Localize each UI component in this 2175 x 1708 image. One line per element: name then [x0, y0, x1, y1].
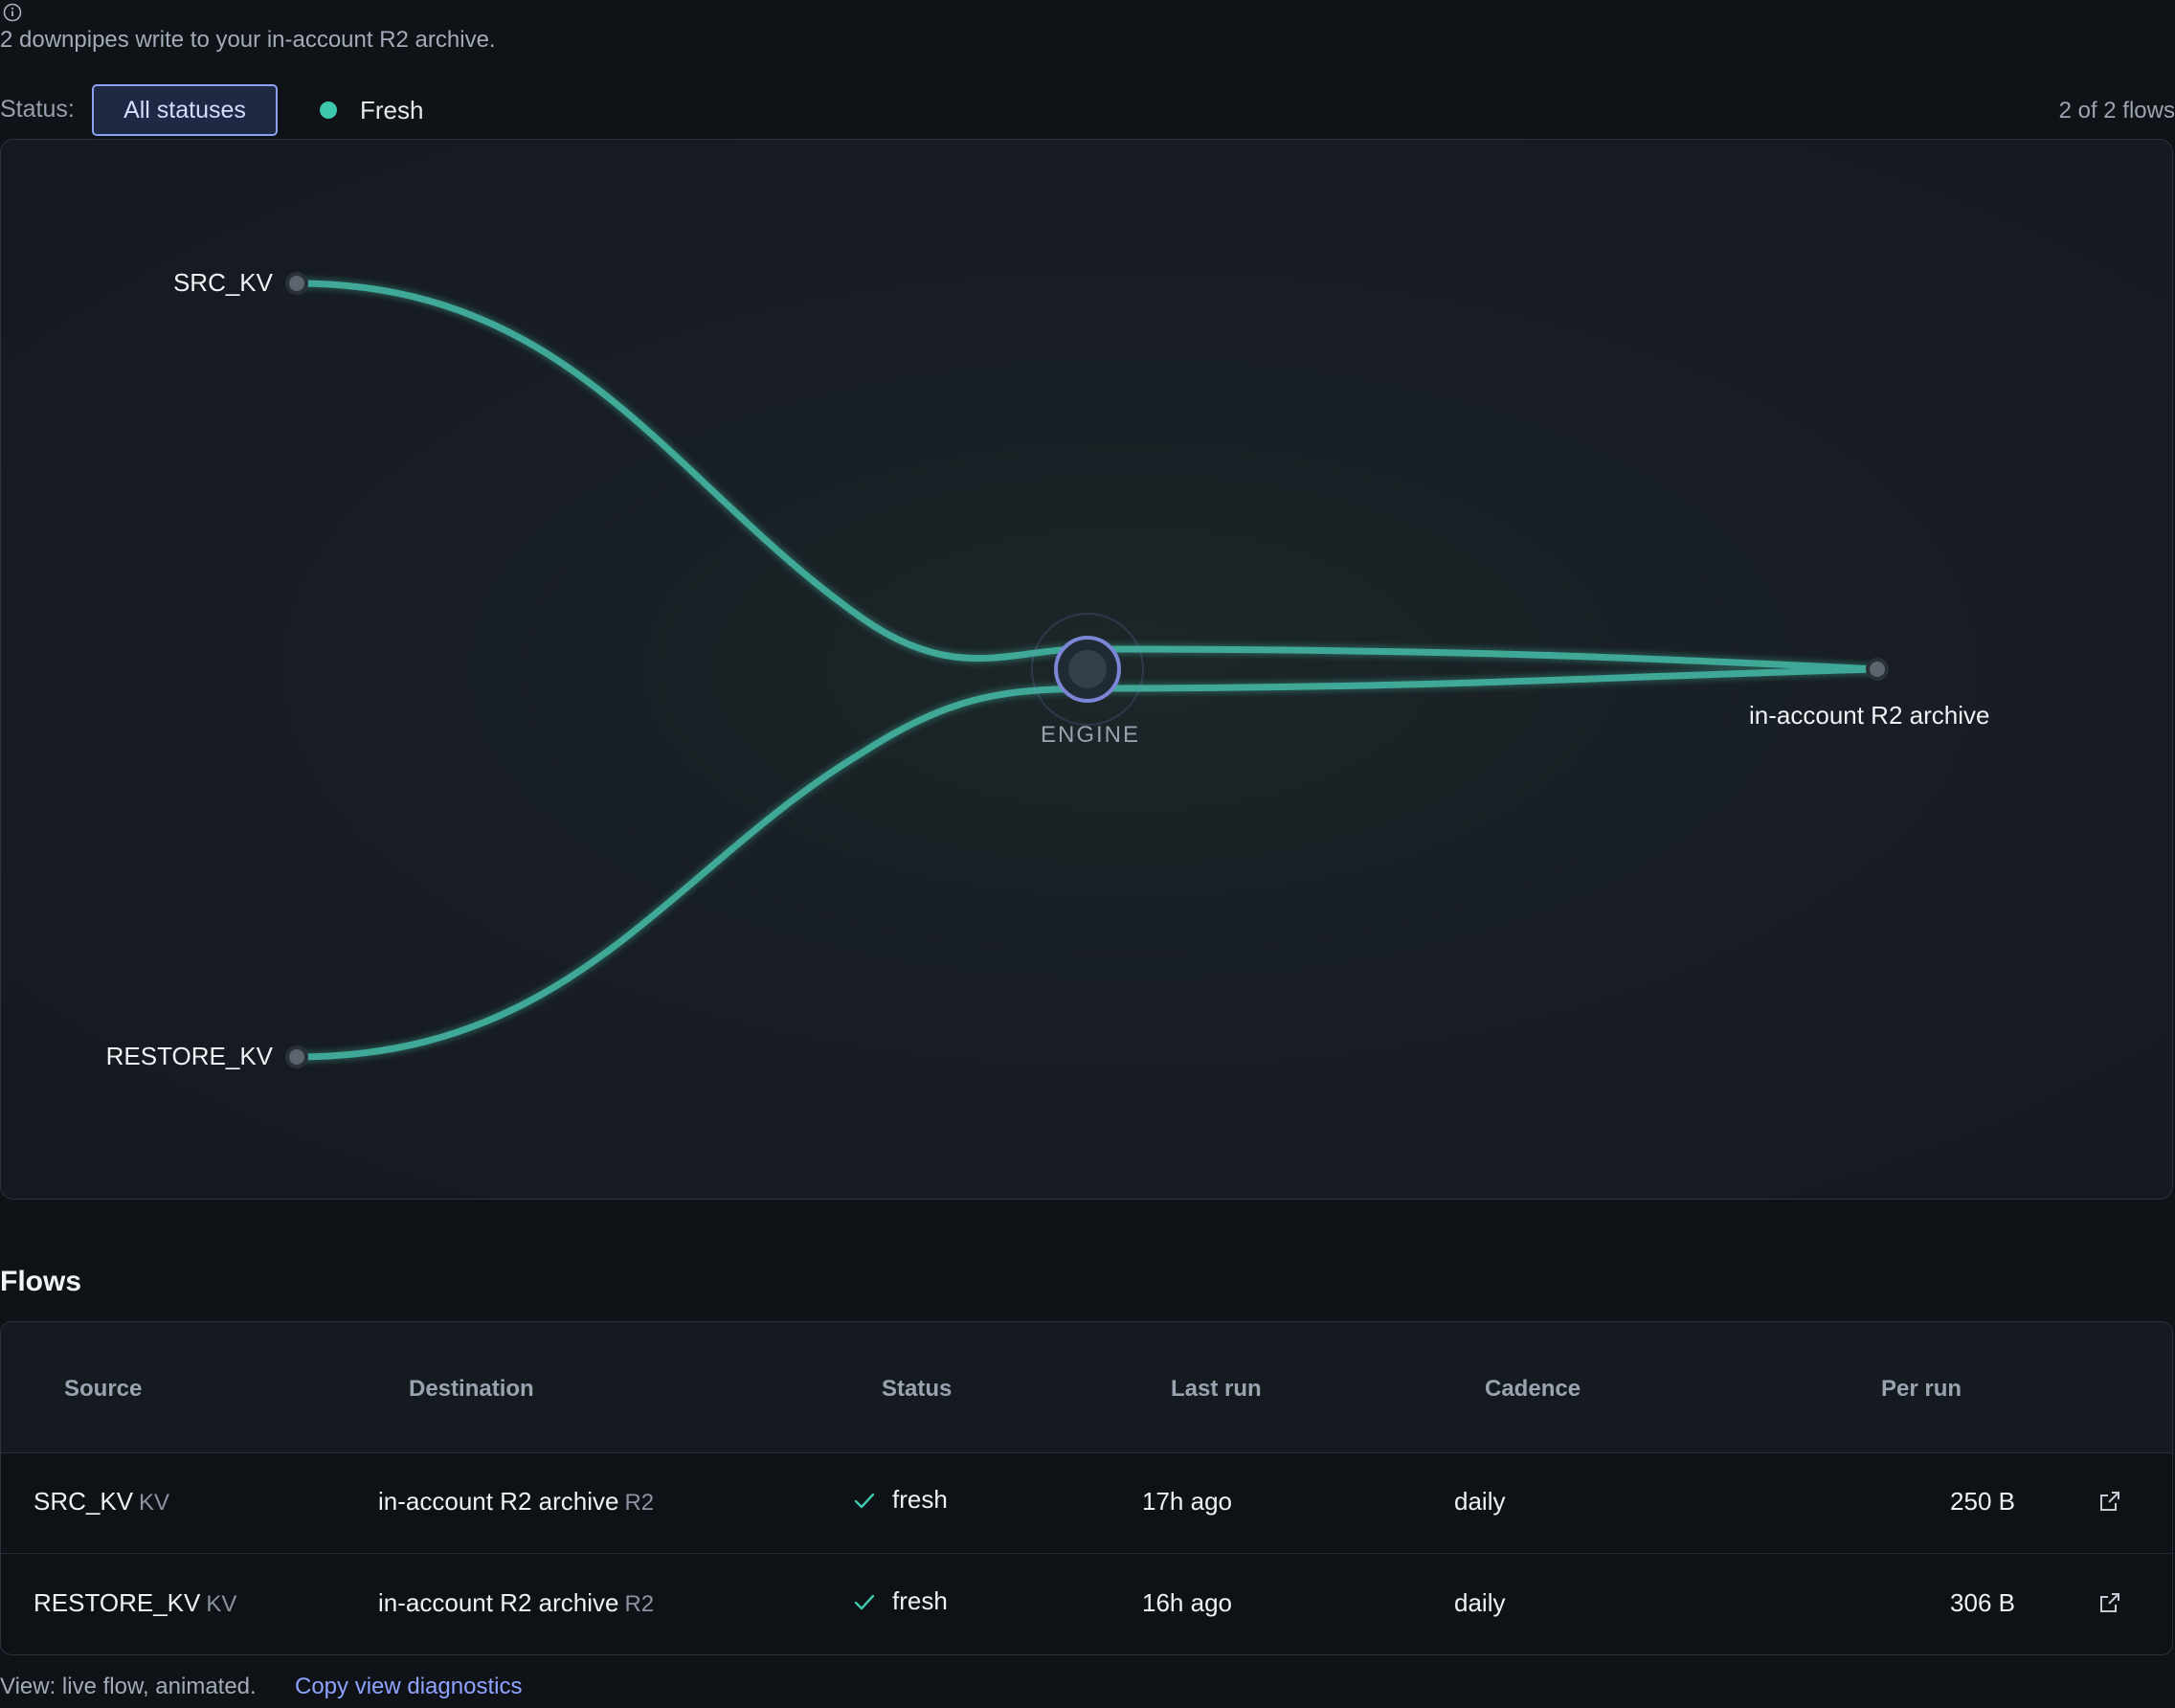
source-node-restore-kv[interactable] [285, 1045, 308, 1068]
flows-table: Source Destination Status Last run Caden… [0, 1321, 2173, 1655]
view-mode-text: View: live flow, animated. [0, 1674, 257, 1699]
source-label-src-kv: SRC_KV [172, 268, 273, 297]
flow-diagram: SRC_KV RESTORE_KV ENGINE in-account R2 a… [0, 139, 2173, 1200]
info-circle-icon [3, 3, 22, 22]
flows-section-title: Flows [0, 1266, 82, 1297]
column-header-source[interactable]: Source [64, 1376, 142, 1403]
fresh-status-dot [320, 101, 337, 119]
per-run-cell: 250 B [1950, 1487, 2015, 1516]
table-row[interactable]: SRC_KV KV in-account R2 archive R2 fresh 1… [1, 1452, 2172, 1553]
all-statuses-button[interactable]: All statuses [92, 84, 278, 136]
engine-node[interactable] [1031, 613, 1144, 726]
column-header-cadence[interactable]: Cadence [1485, 1376, 1581, 1403]
external-link-icon[interactable] [2097, 1590, 2122, 1615]
cadence-cell: daily [1454, 1588, 1506, 1617]
page-subtitle: 2 downpipes write to your in-account R2 … [0, 27, 496, 53]
table-row[interactable]: RESTORE_KV KV in-account R2 archive R2 fre… [1, 1553, 2172, 1654]
status-filter-label: Status: [0, 96, 75, 123]
per-run-cell: 306 B [1950, 1588, 2015, 1617]
column-header-destination[interactable]: Destination [409, 1376, 534, 1403]
destination-cell: in-account R2 archive R2 [378, 1487, 655, 1516]
destination-cell: in-account R2 archive R2 [378, 1588, 655, 1617]
source-label-restore-kv: RESTORE_KV [105, 1042, 273, 1070]
table-header: Source Destination Status Last run Caden… [1, 1322, 2172, 1453]
destination-label: in-account R2 archive [1749, 701, 1990, 730]
source-cell: SRC_KV KV [34, 1487, 170, 1516]
source-cell: RESTORE_KV KV [34, 1588, 237, 1617]
external-link-icon[interactable] [2097, 1489, 2122, 1514]
flow-count: 2 of 2 flows [2058, 98, 2175, 124]
last-run-cell: 16h ago [1142, 1588, 1232, 1617]
column-header-last-run[interactable]: Last run [1171, 1376, 1262, 1403]
status-cell: fresh [892, 1485, 948, 1514]
destination-node[interactable] [1866, 658, 1889, 681]
column-header-status[interactable]: Status [882, 1376, 952, 1403]
check-icon [854, 1493, 875, 1509]
copy-diagnostics-link[interactable]: Copy view diagnostics [295, 1674, 522, 1700]
engine-label: ENGINE [1041, 722, 1141, 748]
last-run-cell: 17h ago [1142, 1487, 1232, 1516]
fresh-filter[interactable]: Fresh [360, 96, 423, 125]
cadence-cell: daily [1454, 1487, 1506, 1516]
source-node-src-kv[interactable] [285, 272, 308, 295]
status-cell: fresh [892, 1586, 948, 1615]
column-header-per-run[interactable]: Per run [1881, 1376, 1962, 1403]
check-icon [854, 1594, 875, 1610]
